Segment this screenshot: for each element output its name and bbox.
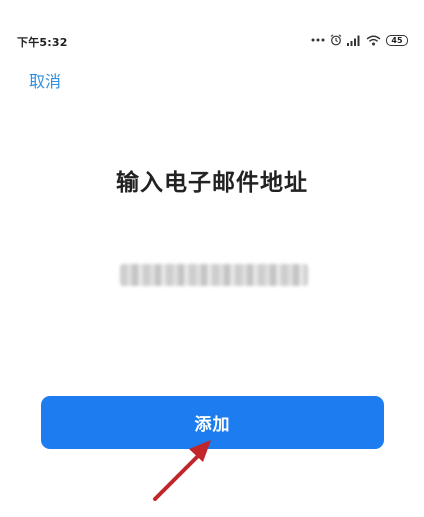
more-dots-icon [311, 38, 325, 42]
add-button[interactable]: 添加 [41, 396, 384, 449]
signal-icon [347, 35, 361, 46]
status-bar: 下午5:32 45 [0, 0, 424, 49]
wifi-icon [366, 35, 381, 46]
status-icons: 45 [311, 33, 408, 47]
add-button-label: 添加 [194, 415, 231, 435]
email-field[interactable] [120, 264, 308, 286]
battery-icon: 45 [386, 34, 408, 46]
status-time: 下午5:32 [17, 36, 68, 49]
screen: 下午5:32 45 取消 输入电子邮件地址 添加 [0, 0, 424, 517]
alarm-icon [330, 34, 342, 46]
cancel-button[interactable]: 取消 [29, 68, 61, 92]
page-title: 输入电子邮件地址 [116, 170, 308, 196]
